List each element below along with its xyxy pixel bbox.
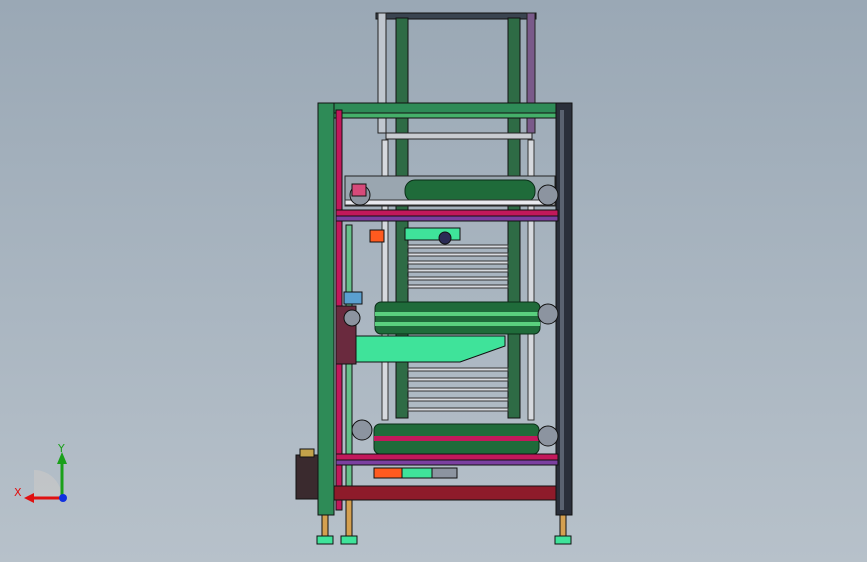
x-axis-label: X: [14, 486, 22, 499]
motor-unit: [369, 227, 461, 245]
cad-viewport[interactable]: X Y: [0, 0, 867, 562]
leveling-feet: [316, 499, 572, 545]
conveyor-frame-model[interactable]: [0, 0, 867, 562]
bottom-roller-section: [335, 419, 559, 479]
horizontal-slats-middle: [407, 244, 509, 289]
orientation-triad[interactable]: X Y: [12, 440, 82, 510]
top-roller-section: [335, 175, 559, 222]
horizontal-slats-lower: [407, 367, 509, 412]
y-axis-label: Y: [58, 442, 65, 455]
middle-roller-section: [335, 291, 559, 365]
axis-triad-icon: [24, 452, 67, 503]
